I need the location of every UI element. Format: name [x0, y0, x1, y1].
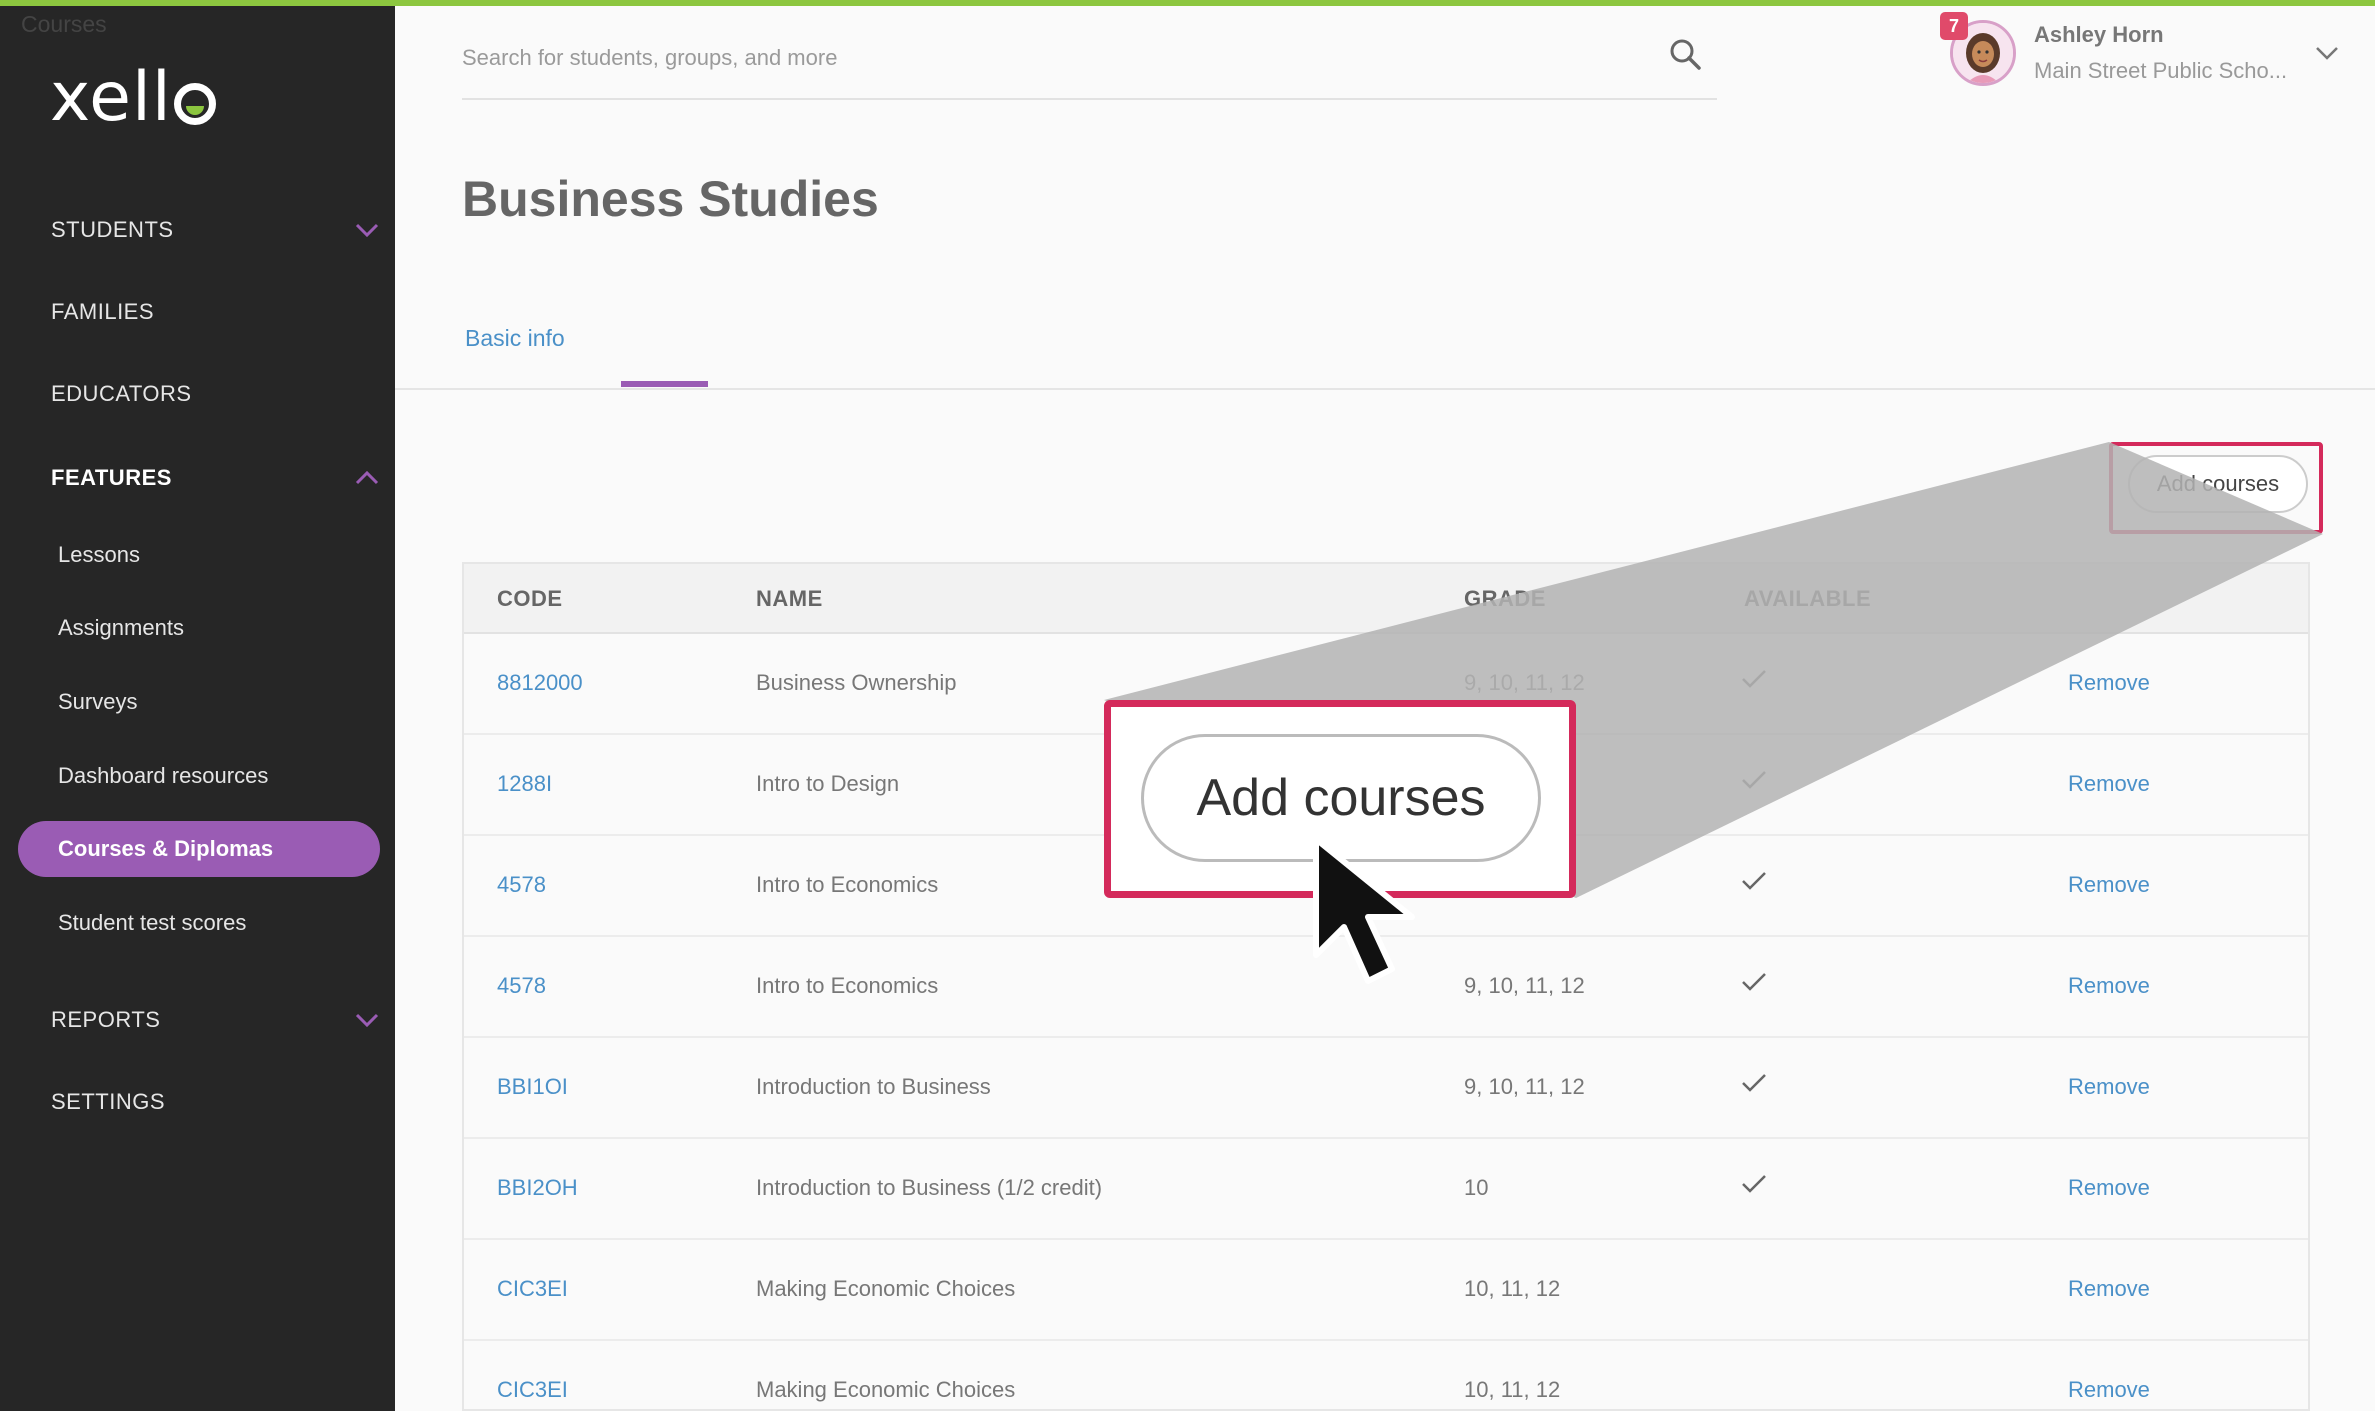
user-school: Main Street Public Scho...: [2034, 58, 2288, 83]
course-name: Making Economic Choices: [756, 1276, 1016, 1301]
checkmark-icon: [1741, 971, 1767, 999]
course-name: Intro to Economics: [756, 973, 939, 998]
chevron-down-icon: [353, 216, 381, 244]
nav-families[interactable]: FAMILIES: [51, 299, 381, 325]
mouse-cursor-icon: [1313, 836, 1415, 984]
remove-course-link[interactable]: Remove: [2068, 973, 2150, 999]
chevron-up-icon: [353, 464, 381, 492]
remove-course-link[interactable]: Remove: [2068, 1377, 2150, 1403]
sidebar-item-student-test-scores[interactable]: Student test scores: [58, 910, 246, 936]
active-tab-indicator: [621, 381, 708, 387]
table-row: BBI2OH Introduction to Business (1/2 cred…: [464, 1139, 2308, 1240]
course-grade: 9, 10, 11, 12: [1464, 670, 1585, 695]
course-code-link[interactable]: 1288I: [497, 771, 552, 797]
course-grade: 10, 11, 12: [1464, 1377, 1561, 1402]
remove-course-link[interactable]: Remove: [2068, 1276, 2150, 1302]
table-row: CIC3EI Making Economic Choices 10, 11, 12 R…: [464, 1341, 2308, 1409]
search-input[interactable]: [462, 38, 1612, 78]
nav-educators-label: EDUCATORS: [51, 381, 192, 406]
nav-families-label: FAMILIES: [51, 299, 155, 324]
checkmark-icon: [1741, 1173, 1767, 1201]
sidebar-item-courses-diplomas[interactable]: Courses & Diplomas: [18, 821, 380, 877]
tab-basic-info[interactable]: Basic info: [465, 325, 565, 352]
nav-students[interactable]: STUDENTS: [51, 216, 381, 244]
highlight-box: [2109, 442, 2323, 534]
top-accent-bar: [0, 0, 2375, 6]
course-grade: 9, 10, 11, 12: [1464, 973, 1585, 998]
checkmark-icon: [1741, 769, 1767, 797]
course-code-link[interactable]: BBI1OI: [497, 1074, 568, 1100]
remove-course-link[interactable]: Remove: [2068, 1074, 2150, 1100]
logo-o-mark: [173, 82, 216, 125]
remove-course-link[interactable]: Remove: [2068, 1175, 2150, 1201]
nav-educators[interactable]: EDUCATORS: [51, 381, 381, 407]
course-name: Introduction to Business: [756, 1074, 991, 1099]
checkmark-icon: [1741, 870, 1767, 898]
course-name: Business Ownership: [756, 670, 957, 695]
sidebar-item-dashboard-resources[interactable]: Dashboard resources: [58, 763, 268, 789]
page-title: Business Studies: [462, 171, 879, 227]
course-code-link[interactable]: 4578: [497, 872, 546, 898]
col-available: AVAILABLE: [1744, 586, 1872, 611]
checkmark-icon: [1741, 668, 1767, 696]
nav-features-label: FEATURES: [51, 465, 172, 490]
course-name: Introduction to Business (1/2 credit): [756, 1175, 1103, 1200]
nav-settings-label: SETTINGS: [51, 1089, 166, 1114]
col-name: NAME: [756, 586, 823, 611]
remove-course-link[interactable]: Remove: [2068, 872, 2150, 898]
checkmark-icon: [1741, 1072, 1767, 1100]
sidebar: xell STUDENTS FAMILIES EDUCATORS FEATURE…: [0, 0, 395, 1411]
tab-courses-label: Courses: [21, 11, 107, 37]
nav-features[interactable]: FEATURES: [51, 464, 381, 492]
remove-course-link[interactable]: Remove: [2068, 670, 2150, 696]
sidebar-item-assignments[interactable]: Assignments: [58, 615, 184, 641]
user-name: Ashley Horn: [2034, 22, 2164, 47]
remove-course-link[interactable]: Remove: [2068, 771, 2150, 797]
course-name: Making Economic Choices: [756, 1377, 1016, 1402]
chevron-down-icon: [353, 1006, 381, 1034]
nav-reports[interactable]: REPORTS: [51, 1006, 381, 1034]
course-grade: 10: [1464, 1175, 1489, 1200]
tab-divider: [395, 388, 2375, 390]
courses-table: CODE NAME GRADE AVAILABLE 8812000 Busines…: [462, 562, 2310, 1411]
course-code-link[interactable]: CIC3EI: [497, 1276, 568, 1302]
nav-settings[interactable]: SETTINGS: [51, 1089, 381, 1115]
notification-badge[interactable]: 7: [1940, 12, 1968, 40]
search-icon[interactable]: [1667, 36, 1703, 72]
col-code: CODE: [497, 586, 563, 611]
course-code-link[interactable]: 4578: [497, 973, 546, 999]
logo-text: xell: [50, 58, 172, 137]
course-code-link[interactable]: 8812000: [497, 670, 583, 696]
course-code-link[interactable]: BBI2OH: [497, 1175, 578, 1201]
col-grade: GRADE: [1464, 586, 1546, 611]
chevron-down-icon[interactable]: [2312, 38, 2342, 68]
course-grade: 10, 11, 12: [1464, 1276, 1561, 1301]
table-row: BBI1OI Introduction to Business 9, 10, 11,…: [464, 1038, 2308, 1139]
nav-students-label: STUDENTS: [51, 217, 174, 242]
course-code-link[interactable]: CIC3EI: [497, 1377, 568, 1403]
xello-logo[interactable]: xell: [50, 58, 216, 137]
sidebar-item-lessons[interactable]: Lessons: [58, 542, 140, 568]
course-name: Intro to Economics: [756, 872, 939, 897]
search-bar: [462, 28, 1717, 100]
table-row: CIC3EI Making Economic Choices 10, 11, 12 R…: [464, 1240, 2308, 1341]
sidebar-item-surveys[interactable]: Surveys: [58, 689, 137, 715]
table-header: CODE NAME GRADE AVAILABLE: [464, 564, 2308, 634]
user-profile-menu[interactable]: 7 Ashley Horn Main Street Public Scho...: [1940, 12, 2360, 96]
course-grade: 9, 10, 11, 12: [1464, 1074, 1585, 1099]
course-name: Intro to Design: [756, 771, 900, 796]
sidebar-item-courses-diplomas-label: Courses & Diplomas: [58, 836, 274, 861]
nav-reports-label: REPORTS: [51, 1007, 161, 1032]
